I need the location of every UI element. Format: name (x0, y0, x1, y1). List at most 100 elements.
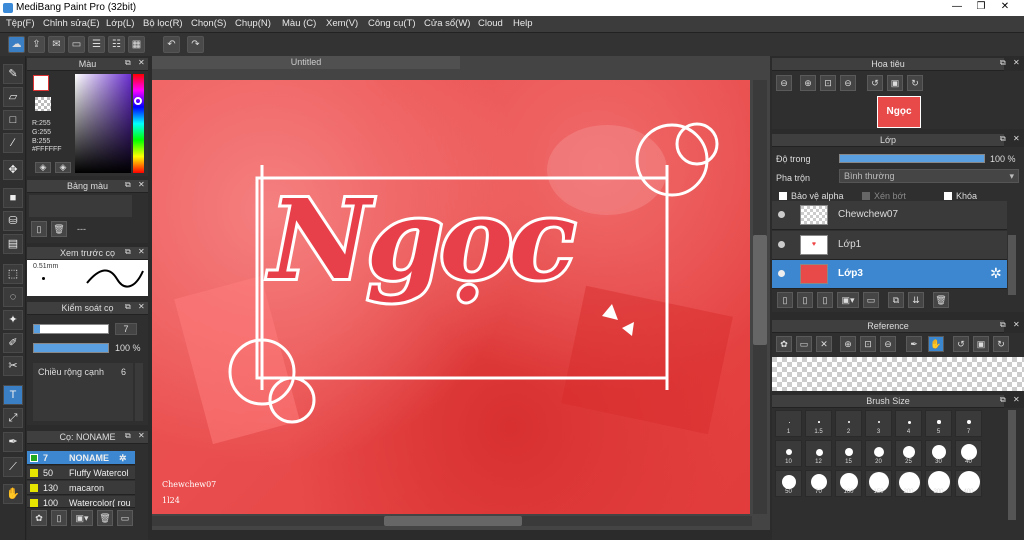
ref-close-icon[interactable]: ✕ (816, 336, 832, 352)
brush-size-cell[interactable]: 25 (895, 440, 922, 467)
canvas-horizontal-scrollbar[interactable] (152, 516, 752, 526)
expand-icon[interactable]: ⧉ (125, 431, 131, 441)
saturation-square[interactable] (75, 74, 131, 173)
primary-color-swatch[interactable] (33, 75, 49, 91)
pen-tool-icon[interactable]: ⟋ (3, 457, 23, 477)
brush-size-scrollbar[interactable] (1008, 410, 1016, 520)
new-layer-2-icon[interactable]: ▯ (797, 292, 813, 308)
new-halftone-icon[interactable]: ▯ (817, 292, 833, 308)
redo-icon[interactable]: ↷ (187, 36, 204, 53)
hue-handle[interactable] (134, 97, 142, 105)
menu-file[interactable]: Tệp(F) (6, 18, 35, 29)
palette-area[interactable] (29, 195, 132, 217)
expand-icon[interactable]: ⧉ (1000, 134, 1006, 144)
menu-layer[interactable]: Lớp(L) (106, 18, 134, 29)
layer-scrollbar[interactable] (1008, 235, 1016, 295)
expand-icon[interactable]: ⧉ (1000, 58, 1006, 68)
dot-tool-icon[interactable]: □ (3, 110, 23, 130)
layer-folder-icon[interactable]: ▭ (863, 292, 879, 308)
magic-wand-icon[interactable]: ✦ (3, 310, 23, 330)
brush-size-cell[interactable]: 50 (775, 470, 802, 497)
grid-icon[interactable]: ▦ (128, 36, 145, 53)
menu-cloud[interactable]: Cloud (478, 18, 503, 29)
artwork-canvas[interactable]: Ngọc Chewchew07 1l24 (152, 80, 750, 514)
lasso-icon[interactable]: ◌ (3, 287, 23, 307)
lock-checkbox[interactable] (944, 192, 952, 200)
visibility-icon[interactable] (778, 270, 785, 277)
menu-view[interactable]: Xem(V) (326, 18, 358, 29)
close-icon[interactable]: ✕ (138, 302, 145, 311)
brush-size-cell[interactable]: 40 (955, 440, 982, 467)
brush-size-cell[interactable]: 150 (865, 470, 892, 497)
brush-menu-icon[interactable]: ▣▾ (71, 510, 93, 526)
merge-layer-icon[interactable]: ⇊ (908, 292, 924, 308)
brush-size-slider[interactable] (33, 324, 109, 334)
close-icon[interactable]: ✕ (1013, 320, 1020, 329)
hue-slider[interactable] (133, 74, 144, 173)
brush-size-cell[interactable]: 70 (805, 470, 832, 497)
brush-size-cell[interactable]: 10 (775, 440, 802, 467)
expand-icon[interactable]: ⧉ (1000, 320, 1006, 330)
canvas-tab[interactable]: Untitled (152, 56, 460, 69)
edge-width-value[interactable]: 6 (121, 367, 126, 377)
comment-icon[interactable]: ✉ (48, 36, 65, 53)
expand-icon[interactable]: ⧉ (1000, 395, 1006, 405)
brush-size-cell[interactable]: 7 (955, 410, 982, 437)
menu-tools[interactable]: Công cụ(T) (368, 18, 416, 29)
brush-size-cell[interactable]: 3 (865, 410, 892, 437)
brush-size-cell[interactable]: 300 (925, 470, 952, 497)
eraser-tool-icon[interactable]: ▱ (3, 87, 23, 107)
menu-snap[interactable]: Chụp(N) (235, 18, 271, 29)
delete-palette-icon[interactable]: 🗑 (51, 221, 67, 237)
move-tool-icon[interactable]: ✥ (3, 160, 23, 180)
fit-icon[interactable]: ⊡ (820, 75, 836, 91)
zoom-actual-icon[interactable]: ⊖ (840, 75, 856, 91)
close-icon[interactable]: ✕ (138, 247, 145, 256)
blend-mode-select[interactable]: Bình thường ▾ (839, 169, 1019, 183)
brush-size-cell[interactable]: 15 (835, 440, 862, 467)
folder-icon[interactable]: ▭ (117, 510, 133, 526)
brush-size-cell[interactable]: 2 (835, 410, 862, 437)
visibility-icon[interactable] (778, 241, 785, 248)
ref-rotate-right-icon[interactable]: ↻ (993, 336, 1009, 352)
delete-layer-icon[interactable]: 🗑 (933, 292, 949, 308)
expand-icon[interactable]: ⧉ (125, 247, 131, 257)
protect-alpha-checkbox[interactable] (779, 192, 787, 200)
fit-window-icon[interactable]: ▣ (887, 75, 903, 91)
canvas-vertical-scrollbar[interactable] (753, 80, 767, 514)
ref-fit-icon[interactable]: ⊡ (860, 336, 876, 352)
layer-row[interactable]: Lớp3 ✲ (772, 260, 1007, 289)
layer-row[interactable]: ♥ Lớp1 (772, 231, 1007, 260)
minimize-button[interactable]: — (946, 0, 968, 14)
ref-fit-window-icon[interactable]: ▣ (973, 336, 989, 352)
brush-size-cell[interactable]: 30 (925, 440, 952, 467)
ref-folder-icon[interactable]: ▭ (796, 336, 812, 352)
brush-list-item[interactable]: 130 macaron (27, 481, 135, 495)
color-add-icon[interactable]: ◈ (35, 162, 51, 173)
clipping-checkbox[interactable] (862, 192, 870, 200)
reference-canvas[interactable] (772, 357, 1024, 391)
brush-tool-icon[interactable]: ✎ (3, 64, 23, 84)
add-layer-menu-icon[interactable]: ▣▾ (837, 292, 859, 308)
brush-size-cell[interactable]: 100 (835, 470, 862, 497)
layer-opacity-slider[interactable] (839, 154, 985, 163)
gear-icon[interactable]: ✲ (990, 265, 1002, 282)
brush-size-cell[interactable]: 1.5 (805, 410, 832, 437)
brush-size-value[interactable]: 7 (115, 323, 137, 335)
transparent-swatch[interactable] (35, 97, 51, 111)
zoom-out-icon[interactable]: ⊖ (776, 75, 792, 91)
duplicate-layer-icon[interactable]: ⧉ (888, 292, 904, 308)
maximize-button[interactable]: ❐ (970, 0, 992, 14)
new-layer-icon[interactable]: ▯ (777, 292, 793, 308)
select-pen-icon[interactable]: ✐ (3, 333, 23, 353)
new-brush-icon[interactable]: ▯ (51, 510, 67, 526)
new-palette-icon[interactable]: ▯ (31, 221, 47, 237)
close-icon[interactable]: ✕ (138, 180, 145, 189)
close-icon[interactable]: ✕ (138, 431, 145, 440)
brush-size-cell[interactable]: 12 (805, 440, 832, 467)
hand-tool-icon[interactable]: ✋ (3, 484, 23, 504)
brush-list-item[interactable]: 100 Watercolor( rou (27, 496, 135, 508)
list-icon[interactable]: ☷ (108, 36, 125, 53)
ref-rotate-left-icon[interactable]: ↺ (953, 336, 969, 352)
document-icon[interactable]: ☰ (88, 36, 105, 53)
